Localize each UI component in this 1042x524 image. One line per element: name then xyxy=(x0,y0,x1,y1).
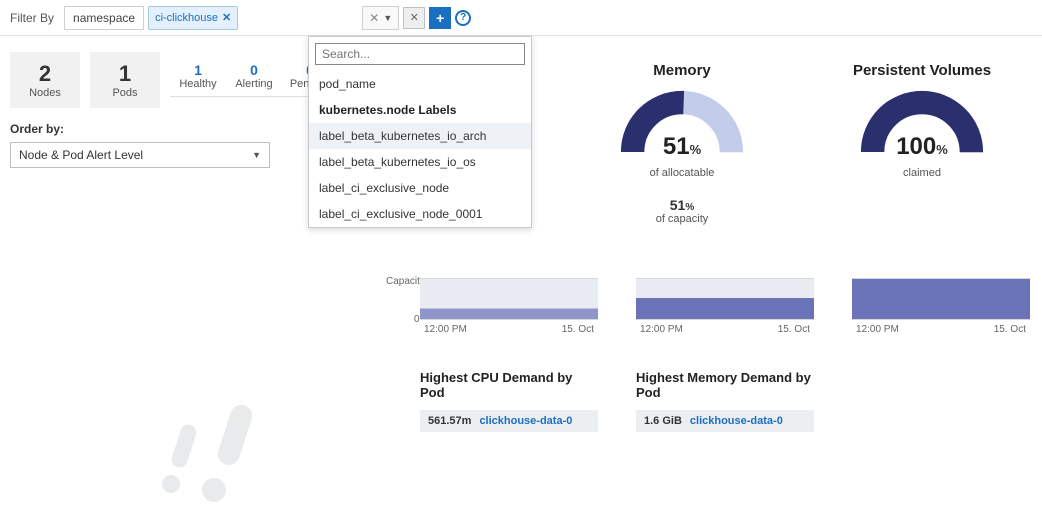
mini-chart-memory: 12:00 PM 15. Oct xyxy=(636,278,814,335)
demand-title: Highest Memory Demand by Pod xyxy=(636,370,814,400)
filter-tag-label: ci-clickhouse xyxy=(155,12,218,24)
filter-tag-ci-clickhouse[interactable]: ci-clickhouse ✕ xyxy=(148,6,238,30)
filter-value-dropdown[interactable]: ✕ ▼ xyxy=(362,6,399,30)
demand-value: 561.57m xyxy=(428,415,471,427)
demand-memory: Highest Memory Demand by Pod 1.6 GiB cli… xyxy=(636,370,814,432)
status-value: 1 xyxy=(170,62,226,78)
gauge-value: 100 xyxy=(896,133,936,160)
demand-pod-link[interactable]: clickhouse-data-0 xyxy=(690,415,783,427)
alert-placeholder-icon xyxy=(156,394,296,514)
add-filter-button[interactable]: + xyxy=(429,7,451,29)
chevron-down-icon: ▼ xyxy=(383,13,392,23)
filter-search-input[interactable] xyxy=(315,43,525,65)
status-alerting[interactable]: 0 Alerting xyxy=(226,56,282,96)
filter-dropdown-panel: pod_name kubernetes.node Labels label_be… xyxy=(308,36,532,228)
demand-row[interactable]: 1.6 GiB clickhouse-data-0 xyxy=(636,410,814,432)
dropdown-item[interactable]: label_ci_exclusive_node_0001 xyxy=(309,201,531,227)
metric-title: Persistent Volumes xyxy=(853,62,991,79)
status-label: Alerting xyxy=(226,78,282,90)
metric-volumes: Persistent Volumes 100% claimed xyxy=(822,62,1022,225)
remove-filter-button[interactable]: ✕ xyxy=(403,7,425,29)
gauge-sub: claimed xyxy=(903,167,941,179)
metric-memory: Memory 51% of allocatable 51% of capacit… xyxy=(582,62,782,225)
demand-cpu: Highest CPU Demand by Pod 561.57m clickh… xyxy=(420,370,598,432)
filter-field-namespace[interactable]: namespace xyxy=(64,6,144,30)
capacity-sub: of capacity xyxy=(656,213,709,225)
mini-charts: 12:00 PM 15. Oct 12:00 PM 15. Oct 12:00 … xyxy=(420,278,1030,335)
demand-row[interactable]: 561.57m clickhouse-data-0 xyxy=(420,410,598,432)
x-tick: 15. Oct xyxy=(562,324,594,335)
x-tick: 12:00 PM xyxy=(640,324,683,335)
capacity-value: 51 xyxy=(670,197,686,213)
x-tick: 15. Oct xyxy=(994,324,1026,335)
x-tick: 12:00 PM xyxy=(856,324,899,335)
gauge-sub: of allocatable xyxy=(650,167,715,179)
chevron-down-icon: ▼ xyxy=(252,150,261,160)
help-icon[interactable]: ? xyxy=(455,10,471,26)
gauge-memory: 51% xyxy=(617,87,747,165)
summary-nodes[interactable]: 2 Nodes xyxy=(10,52,80,108)
dropdown-item[interactable]: label_beta_kubernetes_io_os xyxy=(309,149,531,175)
remove-tag-icon[interactable]: ✕ xyxy=(222,11,231,24)
status-label: Healthy xyxy=(170,78,226,90)
x-tick: 15. Oct xyxy=(778,324,810,335)
x-tick: 12:00 PM xyxy=(424,324,467,335)
zero-axis-label: 0 xyxy=(414,314,420,325)
mini-chart-volumes: 12:00 PM 15. Oct xyxy=(852,278,1030,335)
filter-by-label: Filter By xyxy=(10,11,54,25)
gauge-value: 51 xyxy=(663,133,690,160)
mini-chart-cpu: 12:00 PM 15. Oct xyxy=(420,278,598,335)
dropdown-item[interactable]: pod_name xyxy=(309,71,531,97)
gauge-volumes: 100% xyxy=(857,87,987,165)
status-healthy[interactable]: 1 Healthy xyxy=(170,56,226,96)
status-value: 0 xyxy=(226,62,282,78)
dropdown-item[interactable]: label_ci_exclusive_node xyxy=(309,175,531,201)
demand-section: Highest CPU Demand by Pod 561.57m clickh… xyxy=(420,370,814,432)
demand-title: Highest CPU Demand by Pod xyxy=(420,370,598,400)
dropdown-item[interactable]: label_beta_kubernetes_io_arch xyxy=(309,123,531,149)
demand-value: 1.6 GiB xyxy=(644,415,682,427)
demand-pod-link[interactable]: clickhouse-data-0 xyxy=(479,415,572,427)
clear-icon[interactable]: ✕ xyxy=(369,11,379,25)
summary-pods[interactable]: 1 Pods xyxy=(90,52,160,108)
summary-nodes-label: Nodes xyxy=(29,87,61,99)
order-by-value: Node & Pod Alert Level xyxy=(19,148,143,162)
order-by-select[interactable]: Node & Pod Alert Level ▼ xyxy=(10,142,270,168)
filter-bar: Filter By namespace ci-clickhouse ✕ ✕ ▼ … xyxy=(0,0,1042,36)
metric-title: Memory xyxy=(653,62,711,79)
summary-nodes-value: 2 xyxy=(39,61,51,87)
summary-pods-value: 1 xyxy=(119,61,131,87)
summary-pods-label: Pods xyxy=(112,87,137,99)
dropdown-header: kubernetes.node Labels xyxy=(309,97,531,123)
